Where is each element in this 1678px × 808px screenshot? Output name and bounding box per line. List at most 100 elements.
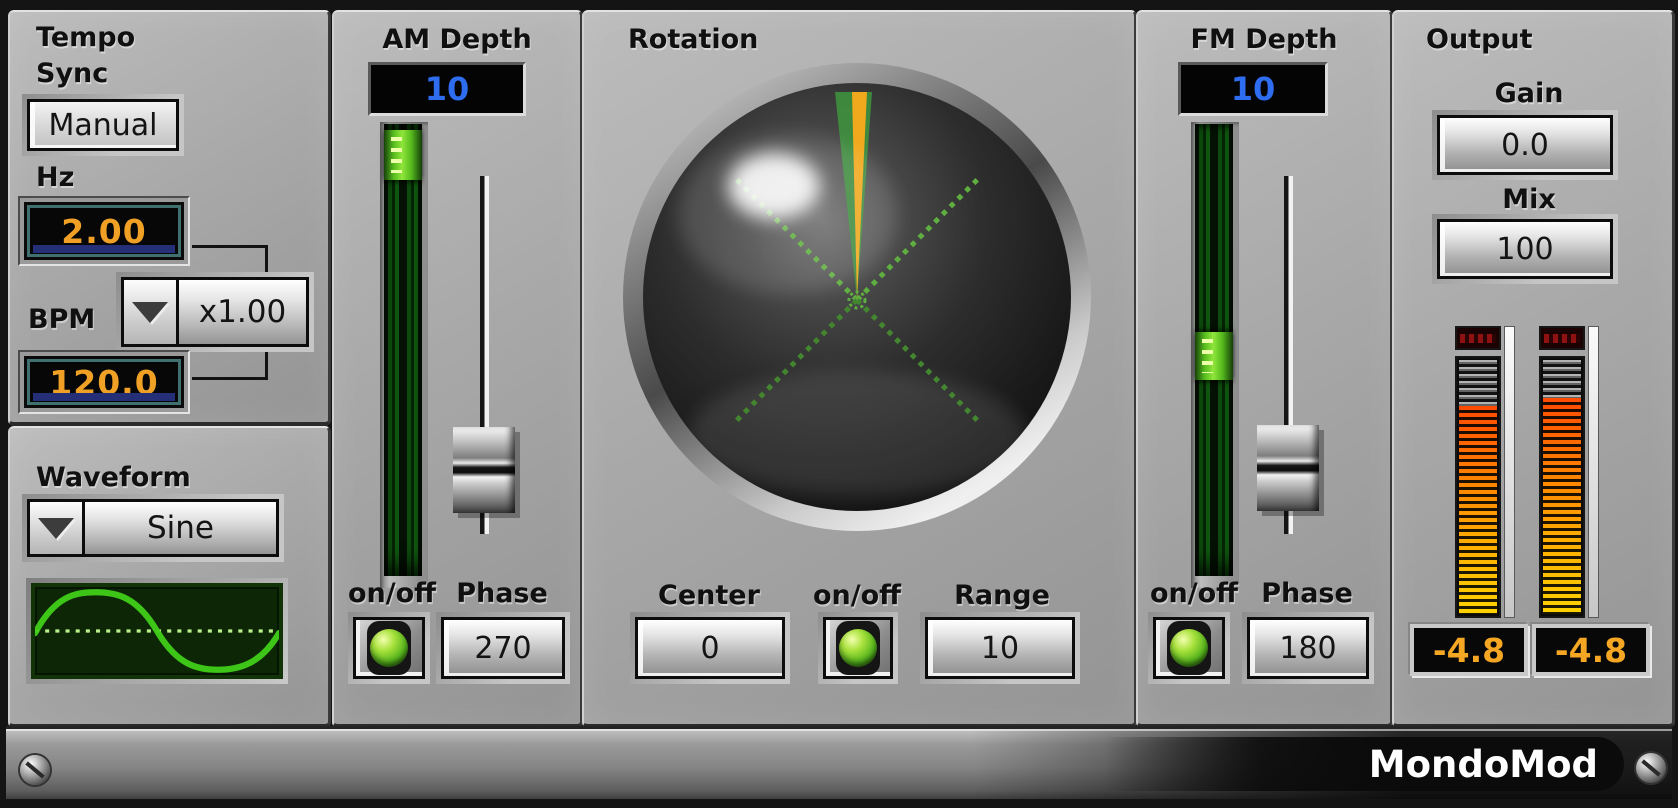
fm-onoff-button[interactable] [1153,617,1225,679]
mix-value[interactable]: 100 [1437,219,1613,279]
am-depth-value: 10 [425,70,470,108]
tempo-mode-button[interactable]: Manual [27,99,179,151]
multiplier-bpm-wire-v [265,350,268,380]
waveform-panel: Waveform Sine [8,426,331,728]
bpm-field-frame: 120.0 [18,350,190,414]
chevron-down-icon [38,518,74,539]
meter-readout-left: -4.8 [1414,628,1524,672]
rotation-onoff-frame [818,612,898,684]
waveform-selected[interactable]: Sine [85,502,276,554]
rotation-panel: Rotation [582,10,1137,728]
output-meter-right [1539,326,1599,618]
am-depth-meter-well [380,122,428,588]
hz-label: Hz [36,162,74,193]
rotation-range-frame: 10 [920,612,1080,684]
am-depth-level-slider[interactable] [384,124,422,576]
meter-column [1539,356,1585,618]
meter-bezel-stripe [1588,326,1599,618]
am-depth-display: 10 [368,62,526,116]
meter-bezel-stripe [1504,326,1515,618]
multiplier-frame: x1.00 [116,272,314,352]
led-socket [1167,621,1211,675]
bpm-label: BPM [28,304,95,335]
rotation-center-frame: 0 [630,612,790,684]
green-led-icon [839,629,877,667]
am-phase-label: Phase [434,578,570,609]
hz-multiplier-wire-h [192,245,268,248]
output-meter-left [1455,326,1515,618]
fm-onoff-label: on/off [1144,578,1244,609]
multiplier-value[interactable]: x1.00 [179,280,306,344]
hz-field[interactable]: 2.00 [24,202,184,260]
tempo-mode-frame: Manual [22,94,184,156]
gain-value[interactable]: 0.0 [1437,115,1613,175]
am-depth-slider-thumb[interactable] [384,130,422,180]
meter-lit [1543,398,1581,614]
rotation-onoff-label: on/off [809,580,905,611]
meter-readout-right: -4.8 [1536,628,1646,672]
gain-label: Gain [1454,78,1604,109]
gain-frame: 0.0 [1432,110,1618,180]
output-panel: Output Gain 0.0 Mix 100 [1392,10,1675,728]
meter-readout-left-frame: -4.8 [1410,624,1528,676]
fm-phase-slider-thumb[interactable] [1257,425,1319,511]
led-socket [367,621,411,675]
hz-field-bar [33,245,175,253]
multiplier-dropdown-button[interactable] [124,280,179,344]
meter-unlit [1543,360,1581,398]
fm-depth-label: FM Depth [1138,24,1390,55]
mondomod-plugin-window: Tempo Sync Manual Hz 2.00 x1.00 BPM [0,0,1678,808]
plugin-title: MondoMod [1369,743,1598,786]
output-label: Output [1426,24,1533,55]
footer-bar: MondoMod [6,726,1672,799]
hz-multiplier-wire-v [265,245,268,275]
rotation-center-value[interactable]: 0 [635,617,785,679]
waveform-display [31,583,283,679]
waveform-select-frame: Sine [22,494,284,562]
fm-phase-label: Phase [1240,578,1374,609]
green-led-icon [1170,629,1208,667]
fm-depth-display: 10 [1178,62,1328,116]
clip-led-icon [1544,334,1580,343]
green-led-icon [370,629,408,667]
fm-onoff-frame [1148,612,1230,684]
am-depth-label: AM Depth [334,24,580,55]
waveform-dropdown-button[interactable] [30,502,85,554]
fm-depth-value: 10 [1231,70,1276,108]
fm-phase-value[interactable]: 180 [1247,617,1369,679]
tempo-label-line2: Sync [36,58,108,89]
chevron-down-icon [132,302,168,323]
fm-phase-frame: 180 [1242,612,1374,684]
sine-wave-icon [35,587,279,675]
multiplier-bpm-wire-h [192,377,268,380]
meter-column [1455,356,1501,618]
tempo-label-line1: Tempo [36,22,135,53]
rotation-center-label: Center [639,580,779,611]
bpm-field-bar [33,393,175,401]
am-onoff-button[interactable] [353,617,425,679]
fm-depth-level-slider[interactable] [1195,124,1233,576]
clip-led-icon [1460,334,1496,343]
bpm-field[interactable]: 120.0 [24,356,184,408]
screw-icon [20,755,50,785]
meter-lit [1459,406,1497,614]
am-depth-panel: AM Depth 10 on/off Phase 270 [332,10,583,728]
fm-depth-slider-thumb[interactable] [1195,332,1233,380]
mix-frame: 100 [1432,214,1618,284]
mix-label: Mix [1454,184,1604,215]
am-onoff-label: on/off [342,578,442,609]
am-phase-frame: 270 [436,612,570,684]
rotation-onoff-button[interactable] [823,617,893,679]
hz-field-frame: 2.00 [18,196,190,266]
rotation-range-value[interactable]: 10 [925,617,1075,679]
rotation-sphere-display [622,62,1092,532]
rotation-range-label: Range [932,580,1072,611]
led-socket [836,621,880,675]
fm-depth-meter-well [1191,122,1239,588]
tempo-sync-panel: Tempo Sync Manual Hz 2.00 x1.00 BPM [8,10,331,426]
am-phase-value[interactable]: 270 [441,617,565,679]
plugin-title-pill: MondoMod [1104,737,1624,791]
am-phase-slider-thumb[interactable] [453,427,515,513]
meter-clip-section [1455,326,1501,350]
screw-icon [1636,753,1666,783]
